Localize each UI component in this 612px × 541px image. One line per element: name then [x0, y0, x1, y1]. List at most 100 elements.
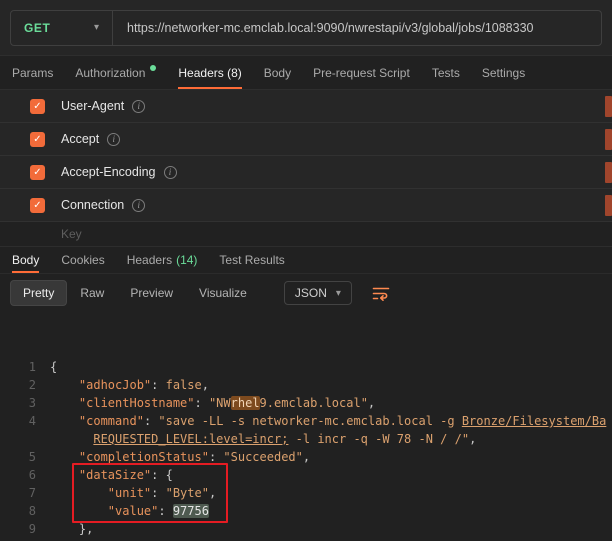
- tab-headers[interactable]: Headers (8): [178, 56, 241, 89]
- code-line: 3 "clientHostname": "NWrhel9.emclab.loca…: [0, 394, 612, 412]
- code-token: REQUESTED_LEVEL:level=incr;: [93, 432, 288, 446]
- checkbox-checked[interactable]: ✓: [30, 165, 45, 180]
- code-token: Bronze/Filesystem/Ba: [462, 414, 607, 428]
- line-number: 3: [0, 394, 36, 412]
- tab-tests[interactable]: Tests: [432, 56, 460, 89]
- row-edge-marker: [605, 162, 612, 183]
- tab-response-headers[interactable]: Headers (14): [127, 247, 198, 273]
- header-key-cell[interactable]: Accept i: [61, 132, 120, 146]
- code-line: 7 "unit": "Byte",: [0, 484, 612, 502]
- code-token: :: [209, 450, 223, 464]
- line-number: 1: [0, 358, 36, 376]
- code-token: "unit": [108, 486, 151, 500]
- row-edge-marker: [605, 129, 612, 150]
- tab-test-results[interactable]: Test Results: [219, 247, 284, 273]
- tab-authorization[interactable]: Authorization: [75, 56, 156, 89]
- code-line-content: },: [36, 520, 93, 538]
- tab-cookies[interactable]: Cookies: [61, 247, 104, 273]
- code-token: rhel: [231, 396, 260, 410]
- headers-table: ✓ User-Agent i ✓ Accept i ✓ Accept-Encod…: [0, 90, 612, 247]
- tab-response-headers-label: Headers: [127, 253, 172, 267]
- tab-headers-label: Headers (8): [178, 66, 241, 80]
- code-line: 6 "dataSize": {: [0, 466, 612, 484]
- info-icon: i: [164, 166, 177, 179]
- wrap-text-icon[interactable]: [372, 286, 390, 301]
- checkbox-checked[interactable]: ✓: [30, 99, 45, 114]
- code-line-content: REQUESTED_LEVEL:level=incr; -l incr -q -…: [36, 430, 476, 448]
- row-edge-marker: [605, 96, 612, 117]
- raw-button[interactable]: Raw: [67, 280, 117, 306]
- code-line: 8 "value": 97756: [0, 502, 612, 520]
- code-token: [50, 450, 79, 464]
- pretty-button[interactable]: Pretty: [10, 280, 67, 306]
- header-row-new[interactable]: Key: [0, 222, 612, 247]
- code-line-content: "completionStatus": "Succeeded",: [36, 448, 310, 466]
- key-placeholder: Key: [61, 227, 82, 241]
- code-token: "command": [79, 414, 144, 428]
- tab-settings[interactable]: Settings: [482, 56, 525, 89]
- tab-prerequest-label: Pre-request Script: [313, 66, 410, 80]
- url-input[interactable]: https://networker-mc.emclab.local:9090/n…: [113, 11, 601, 45]
- tab-prerequest-script[interactable]: Pre-request Script: [313, 56, 410, 89]
- code-token: "adhocJob": [79, 378, 151, 392]
- code-token: [50, 486, 108, 500]
- code-token: "completionStatus": [79, 450, 209, 464]
- tab-settings-label: Settings: [482, 66, 525, 80]
- tab-body[interactable]: Body: [264, 56, 291, 89]
- code-token: 9.emclab.local": [260, 396, 368, 410]
- header-key-cell[interactable]: Connection i: [61, 198, 145, 212]
- tab-response-body[interactable]: Body: [12, 247, 39, 273]
- code-token: {: [166, 468, 173, 482]
- response-body-json[interactable]: 1{2 "adhocJob": false,3 "clientHostname"…: [0, 312, 612, 541]
- code-token: ,: [303, 450, 310, 464]
- code-token: :: [158, 504, 172, 518]
- code-token: {: [50, 360, 57, 374]
- info-icon: i: [132, 100, 145, 113]
- header-key-label: Connection: [61, 198, 124, 212]
- format-label: JSON: [295, 286, 327, 300]
- code-line: 5 "completionStatus": "Succeeded",: [0, 448, 612, 466]
- response-view-toolbar: Pretty Raw Preview Visualize JSON ▾: [0, 274, 612, 312]
- row-edge-marker: [605, 195, 612, 216]
- code-token: false: [166, 378, 202, 392]
- code-token: ,: [86, 522, 93, 536]
- header-key-cell[interactable]: Accept-Encoding i: [61, 165, 177, 179]
- tab-params[interactable]: Params: [12, 56, 53, 89]
- header-key-cell[interactable]: User-Agent i: [61, 99, 145, 113]
- format-dropdown[interactable]: JSON ▾: [284, 281, 352, 305]
- code-line: 4 "command": "save -LL -s networker-mc.e…: [0, 412, 612, 430]
- code-token: :: [151, 468, 165, 482]
- line-number: 9: [0, 520, 36, 538]
- code-line-content: "adhocJob": false,: [36, 376, 209, 394]
- tab-tests-label: Tests: [432, 66, 460, 80]
- checkbox-checked[interactable]: ✓: [30, 132, 45, 147]
- visualize-button[interactable]: Visualize: [186, 280, 260, 306]
- tab-authorization-label: Authorization: [75, 66, 145, 80]
- code-line: 9 },: [0, 520, 612, 538]
- header-row-accept-encoding: ✓ Accept-Encoding i: [0, 156, 612, 189]
- method-dropdown[interactable]: GET ▾: [11, 11, 113, 45]
- code-token: :: [151, 378, 165, 392]
- code-token: ,: [368, 396, 375, 410]
- code-token: "save -LL -s networker-mc.emclab.local -…: [158, 414, 461, 428]
- code-lines: 1{2 "adhocJob": false,3 "clientHostname"…: [0, 358, 612, 538]
- code-line-content: "dataSize": {: [36, 466, 173, 484]
- url-container: GET ▾ https://networker-mc.emclab.local:…: [10, 10, 602, 46]
- code-token: "NW: [209, 396, 231, 410]
- preview-button[interactable]: Preview: [117, 280, 186, 306]
- code-token: 97756: [173, 504, 209, 518]
- tab-cookies-label: Cookies: [61, 253, 104, 267]
- code-token: ,: [469, 432, 476, 446]
- code-token: [50, 504, 108, 518]
- code-token: :: [144, 414, 158, 428]
- code-line: 1{: [0, 358, 612, 376]
- chevron-down-icon: ▾: [336, 288, 341, 299]
- tab-body-label: Body: [264, 66, 291, 80]
- line-number: 4: [0, 412, 36, 430]
- code-line-content: {: [36, 358, 57, 376]
- header-row-connection: ✓ Connection i: [0, 189, 612, 222]
- line-number: 6: [0, 466, 36, 484]
- checkbox-checked[interactable]: ✓: [30, 198, 45, 213]
- request-tabs: Params Authorization Headers (8) Body Pr…: [0, 56, 612, 90]
- tab-params-label: Params: [12, 66, 53, 80]
